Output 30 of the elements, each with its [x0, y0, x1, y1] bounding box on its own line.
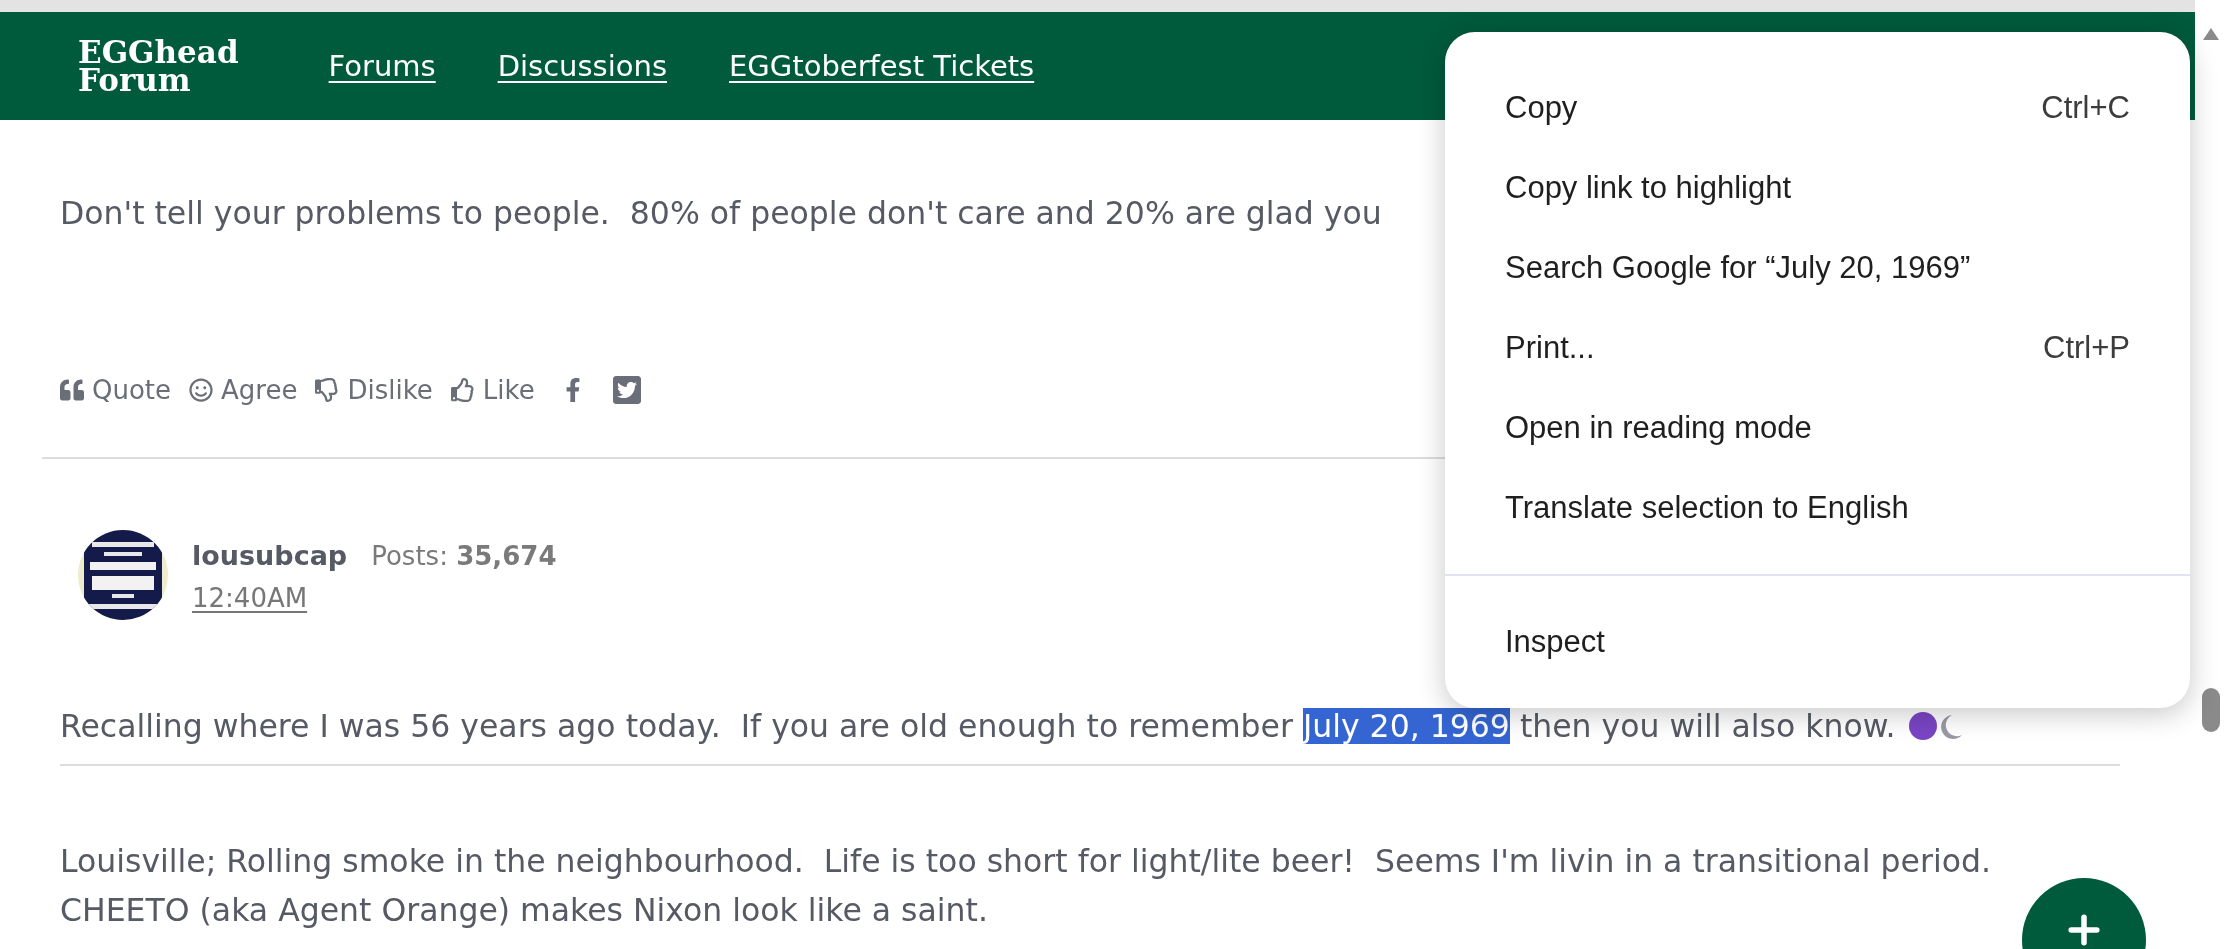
menu-item[interactable]: Open in reading mode — [1445, 388, 2190, 468]
author-name[interactable]: lousubcap — [192, 540, 348, 571]
menu-item[interactable]: Print... Ctrl+P — [1445, 308, 2190, 388]
thumbs-down-icon — [315, 378, 340, 402]
reaction-button[interactable]: Dislike — [315, 375, 433, 405]
post-time-link[interactable]: 12:40AM — [192, 583, 308, 613]
reaction-button[interactable]: Like — [450, 375, 535, 405]
menu-item[interactable]: Translate selection to English — [1445, 468, 2190, 548]
menu-item[interactable]: Copy link to highlight — [1445, 148, 2190, 228]
post-text: Recalling where I was 56 years ago today. If you are old enough to remember July 20, 1969 then you will also know. — [60, 707, 1896, 746]
scroll-up-icon[interactable] — [2202, 28, 2219, 40]
signature-text: Don't tell your problems to people. 80% of people don't care and 20% are glad you — [60, 194, 1382, 233]
reaction-button[interactable]: Agree — [189, 375, 298, 405]
quote-icon — [60, 378, 84, 402]
signature-line: Louisville; Rolling smoke in the neighbourhood. Life is too short for light/lite beer! Seems I'm livin in a transitional period. — [60, 842, 1991, 881]
nav-link[interactable]: EGGtoberfest Tickets — [729, 49, 1035, 83]
menu-item[interactable]: Inspect — [1445, 602, 2190, 682]
menu-item[interactable]: Search Google for “July 20, 1969” — [1445, 228, 2190, 308]
signature-line: CHEETO (aka Agent Orange) makes Nixon look like a saint. — [60, 891, 989, 930]
logo-text[interactable]: EGGhead — [78, 38, 239, 66]
scrollbar-thumb[interactable] — [2201, 688, 2220, 732]
reaction-button[interactable]: Quote — [60, 375, 172, 405]
menu-item[interactable]: Copy Ctrl+C — [1445, 68, 2190, 148]
smiley-icon — [189, 378, 214, 402]
bird-icon[interactable] — [610, 374, 643, 406]
logo-text[interactable]: Forum — [78, 66, 239, 94]
nav-link[interactable]: Forums — [328, 49, 436, 83]
nav-link[interactable]: Discussions — [497, 49, 667, 83]
thumbs-up-icon — [450, 378, 475, 402]
post-count: Posts: 35,674 — [371, 541, 557, 571]
